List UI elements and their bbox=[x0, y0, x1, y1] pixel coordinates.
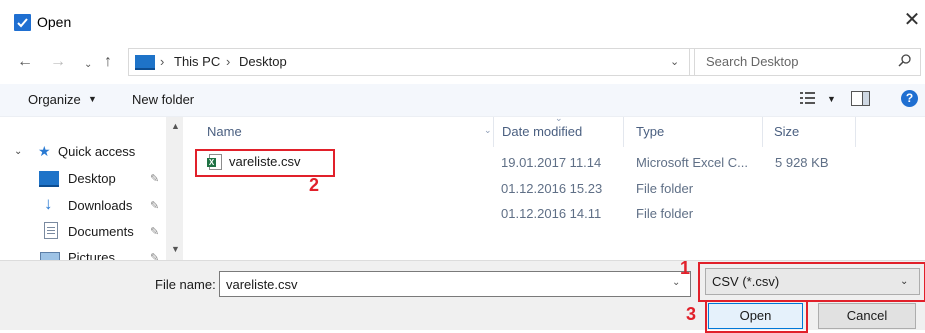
breadcrumb-separator[interactable]: › bbox=[226, 54, 230, 69]
sort-indicator-icon: ⌄ bbox=[555, 113, 563, 123]
highlight-box-file bbox=[195, 149, 335, 177]
column-divider[interactable] bbox=[762, 117, 763, 147]
cancel-button[interactable]: Cancel bbox=[818, 303, 916, 329]
quick-access-expand-icon[interactable]: ⌄ bbox=[14, 146, 22, 157]
documents-icon bbox=[44, 222, 58, 239]
pin-icon[interactable]: ✎ bbox=[150, 225, 159, 238]
step-marker-1: 1 bbox=[680, 258, 691, 278]
file-name-label: File name: bbox=[155, 277, 216, 292]
file-type[interactable]: Microsoft Excel C... bbox=[636, 155, 748, 170]
preview-pane-icon[interactable] bbox=[851, 91, 870, 106]
change-view-icon[interactable] bbox=[800, 91, 818, 108]
address-history-chevron-icon[interactable]: ⌄ bbox=[670, 55, 679, 68]
open-button[interactable]: Open bbox=[708, 303, 803, 329]
column-header-type[interactable]: Type bbox=[636, 124, 664, 139]
nav-scrollbar[interactable] bbox=[166, 117, 183, 260]
scroll-up-icon[interactable]: ▲ bbox=[171, 121, 180, 131]
this-pc-icon bbox=[135, 55, 155, 70]
column-header-size[interactable]: Size bbox=[774, 124, 799, 139]
breadcrumb-separator[interactable]: › bbox=[160, 54, 164, 69]
nav-item-documents[interactable]: Documents bbox=[68, 224, 134, 239]
column-header-name[interactable]: Name bbox=[207, 124, 242, 139]
organize-dropdown-icon[interactable]: ▼ bbox=[88, 94, 97, 104]
step-marker-2: 2 bbox=[309, 175, 320, 195]
file-size[interactable]: 5 928 KB bbox=[775, 155, 829, 170]
search-icon[interactable] bbox=[898, 53, 912, 70]
scroll-down-icon[interactable]: ▼ bbox=[171, 244, 180, 254]
column-divider[interactable] bbox=[623, 117, 624, 147]
search-placeholder[interactable]: Search Desktop bbox=[706, 54, 799, 69]
step-marker-3: 3 bbox=[686, 304, 697, 324]
organize-button[interactable]: Organize bbox=[28, 92, 81, 107]
nav-item-quick-access[interactable]: Quick access bbox=[58, 144, 135, 159]
back-arrow-icon[interactable]: ← bbox=[17, 53, 33, 71]
column-divider[interactable] bbox=[493, 117, 494, 147]
pin-icon[interactable]: ✎ bbox=[150, 172, 159, 185]
column-header-date[interactable]: Date modified bbox=[502, 124, 582, 139]
forward-arrow-icon[interactable]: → bbox=[50, 53, 66, 71]
file-type[interactable]: File folder bbox=[636, 181, 693, 196]
pin-icon[interactable]: ✎ bbox=[150, 199, 159, 212]
help-icon[interactable]: ? bbox=[901, 90, 918, 107]
file-date[interactable]: 01.12.2016 14.11 bbox=[501, 206, 601, 221]
downloads-icon: ↓ bbox=[44, 194, 53, 213]
up-arrow-icon[interactable]: ↑ bbox=[104, 53, 112, 71]
breadcrumb-this-pc[interactable]: This PC bbox=[174, 54, 220, 69]
file-date[interactable]: 19.01.2017 11.14 bbox=[501, 155, 601, 170]
nav-item-downloads[interactable]: Downloads bbox=[68, 198, 132, 213]
title-bar bbox=[0, 0, 925, 44]
desktop-icon bbox=[39, 171, 59, 187]
window-title: Open bbox=[37, 14, 72, 30]
nav-item-desktop[interactable]: Desktop bbox=[68, 171, 116, 186]
file-type-value[interactable]: CSV (*.csv) bbox=[712, 274, 779, 289]
file-name-value[interactable]: vareliste.csv bbox=[226, 277, 298, 292]
dialog-checkmark-icon bbox=[14, 14, 31, 31]
column-divider[interactable] bbox=[855, 117, 856, 147]
chevron-down-icon[interactable]: ⌄ bbox=[900, 276, 908, 287]
new-folder-button[interactable]: New folder bbox=[132, 92, 194, 107]
breadcrumb-desktop[interactable]: Desktop bbox=[239, 54, 287, 69]
recent-locations-chevron-icon[interactable]: ⌄ bbox=[84, 56, 92, 74]
view-dropdown-icon[interactable]: ▼ bbox=[827, 94, 836, 104]
quick-access-star-icon: ★ bbox=[38, 143, 51, 159]
close-icon[interactable]: ✕ bbox=[902, 8, 922, 32]
file-date[interactable]: 01.12.2016 15.23 bbox=[501, 181, 602, 196]
file-type[interactable]: File folder bbox=[636, 206, 693, 221]
column-filter-icon[interactable]: ⌄ bbox=[484, 125, 492, 136]
